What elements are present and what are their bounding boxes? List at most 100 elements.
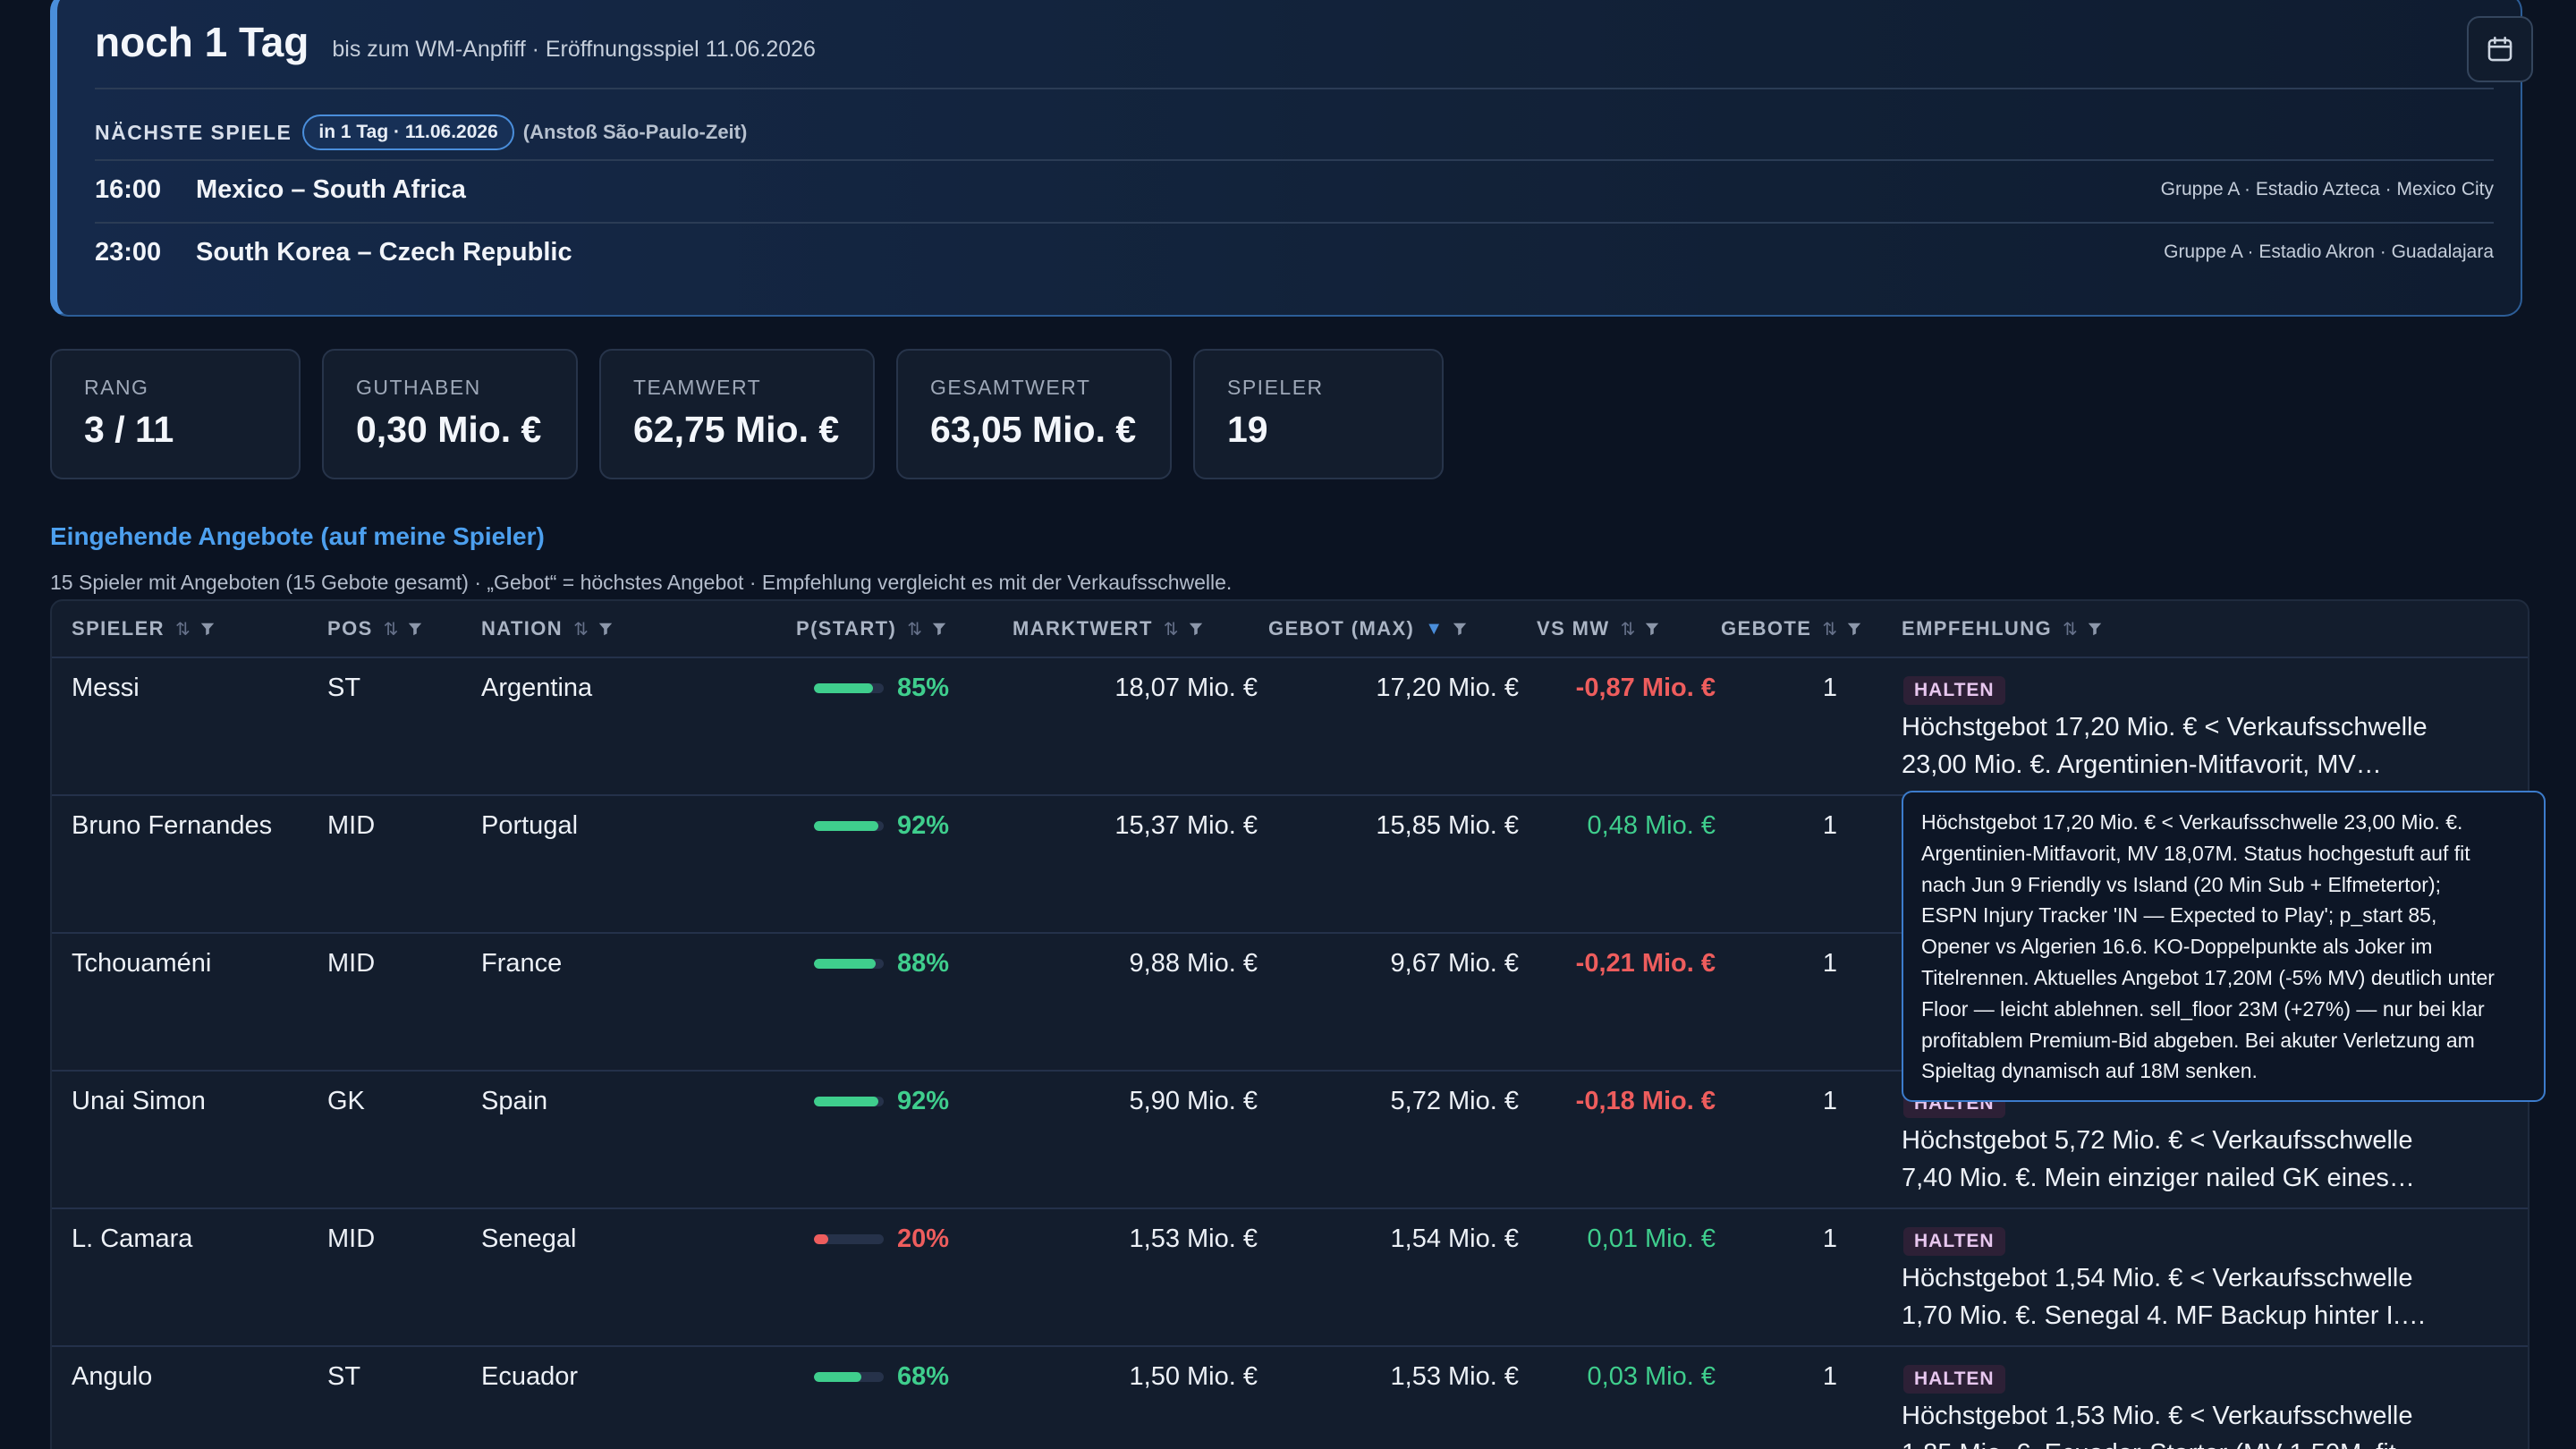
column-header-pos[interactable]: POS ⇅ bbox=[327, 614, 423, 644]
next-matches-timezone: (Anstoß São-Paulo-Zeit) bbox=[522, 121, 748, 143]
recommendation-line: 7,40 Mio. €. Mein einziger nailed GK ein… bbox=[1902, 1164, 2415, 1192]
market-value: 1,50 Mio. € bbox=[1129, 1361, 1258, 1391]
pstart-value: 92% bbox=[897, 1086, 950, 1115]
pstart-bar-fill bbox=[814, 682, 874, 693]
pstart-bar-fill bbox=[814, 958, 876, 969]
column-header-empfehlung[interactable]: EMPFEHLUNG ⇅ bbox=[1902, 614, 2103, 644]
recommendation-line: Höchstgebot 17,20 Mio. € < Verkaufsschwe… bbox=[1902, 713, 2428, 741]
max-bid: 9,67 Mio. € bbox=[1390, 948, 1519, 978]
kpi-label: TEAMWERT bbox=[633, 376, 762, 399]
sort-descending-icon[interactable]: ▼ bbox=[1425, 619, 1443, 640]
pstart-value: 92% bbox=[897, 810, 950, 840]
pstart-value: 85% bbox=[897, 673, 950, 702]
calendar-button[interactable] bbox=[2467, 16, 2533, 82]
column-header-vsmw[interactable]: VS MW ⇅ bbox=[1537, 614, 1660, 644]
filter-icon[interactable] bbox=[199, 621, 216, 637]
max-bid: 17,20 Mio. € bbox=[1376, 673, 1519, 702]
kpi-value: 0,30 Mio. € bbox=[356, 409, 542, 450]
filter-icon[interactable] bbox=[1188, 621, 1204, 637]
recommendation-text[interactable]: Höchstgebot 1,54 Mio. € < Verkaufsschwel… bbox=[1902, 1259, 2474, 1335]
player-nation: Spain bbox=[481, 1086, 548, 1115]
player-nation: Senegal bbox=[481, 1224, 577, 1253]
kpi-guthaben: GUTHABEN 0,30 Mio. € bbox=[322, 349, 578, 479]
match-row: 23:00 South Korea – Czech Republic Grupp… bbox=[95, 234, 2494, 270]
vs-market-value: -0,18 Mio. € bbox=[1575, 1086, 1716, 1115]
bid-count: 1 bbox=[1822, 948, 1837, 978]
pstart-bar-fill bbox=[814, 1233, 828, 1244]
countdown-divider bbox=[95, 88, 2494, 89]
column-header-gebot[interactable]: GEBOT (MAX) ▼ bbox=[1268, 614, 1468, 644]
pstart-cell: 85% bbox=[814, 658, 949, 717]
sort-icon[interactable]: ⇅ bbox=[1822, 618, 1837, 640]
pstart-value: 20% bbox=[897, 1224, 950, 1253]
player-position: ST bbox=[327, 673, 361, 702]
column-label: GEBOTE bbox=[1721, 617, 1812, 640]
countdown-card: noch 1 Tag bis zum WM-Anpfiff · Eröffnun… bbox=[50, 0, 2533, 317]
sort-icon[interactable]: ⇅ bbox=[907, 618, 922, 640]
sort-icon[interactable]: ⇅ bbox=[573, 618, 589, 640]
recommendation-line: Höchstgebot 1,54 Mio. € < Verkaufsschwel… bbox=[1902, 1264, 2413, 1292]
kpi-value: 63,05 Mio. € bbox=[930, 409, 1137, 450]
filter-icon[interactable] bbox=[1452, 621, 1468, 637]
table-row[interactable]: Angulo ST Ecuador 68% 1,50 Mio. € 1,53 M… bbox=[52, 1345, 2528, 1449]
column-label: SPIELER bbox=[72, 617, 165, 640]
column-label: GEBOT (MAX) bbox=[1268, 617, 1415, 640]
sort-icon[interactable]: ⇅ bbox=[384, 618, 399, 640]
sort-icon[interactable]: ⇅ bbox=[1621, 618, 1636, 640]
player-position: MID bbox=[327, 1224, 376, 1253]
recommendation-text[interactable]: Höchstgebot 17,20 Mio. € < Verkaufsschwe… bbox=[1902, 708, 2474, 784]
sort-icon[interactable]: ⇅ bbox=[175, 618, 191, 640]
bid-count: 1 bbox=[1822, 1361, 1837, 1391]
filter-icon[interactable] bbox=[2087, 621, 2103, 637]
recommendation-line: 1,70 Mio. €. Senegal 4. MF Backup hinter… bbox=[1902, 1301, 2427, 1330]
column-header-marktwert[interactable]: MARKTWERT ⇅ bbox=[1013, 614, 1204, 644]
column-header-gebote[interactable]: GEBOTE ⇅ bbox=[1721, 614, 1862, 644]
bid-count: 1 bbox=[1822, 1224, 1837, 1253]
vs-market-value: 0,01 Mio. € bbox=[1587, 1224, 1716, 1253]
column-label: EMPFEHLUNG bbox=[1902, 617, 2052, 640]
column-header-pstart[interactable]: P(START) ⇅ bbox=[796, 614, 947, 644]
vs-market-value: -0,21 Mio. € bbox=[1575, 948, 1716, 978]
tooltip-line: Argentinien-Mitfavorit, MV 18,07M. Statu… bbox=[1921, 841, 2470, 865]
tooltip-line: Höchstgebot 17,20 Mio. € < Verkaufsschwe… bbox=[1921, 810, 2463, 834]
filter-icon[interactable] bbox=[1846, 621, 1862, 637]
column-header-spieler[interactable]: SPIELER ⇅ bbox=[72, 614, 216, 644]
kpi-value: 19 bbox=[1227, 409, 1268, 450]
recommendation-line: 1,85 Mio. €. Ecuador-Starter (MV 1,50M, … bbox=[1902, 1435, 2474, 1449]
column-header-nation[interactable]: NATION ⇅ bbox=[481, 614, 614, 644]
max-bid: 1,53 Mio. € bbox=[1390, 1361, 1519, 1391]
sort-icon[interactable]: ⇅ bbox=[2063, 618, 2078, 640]
filter-icon[interactable] bbox=[1644, 621, 1660, 637]
pstart-cell: 20% bbox=[814, 1209, 949, 1268]
recommendation-text[interactable]: Höchstgebot 5,72 Mio. € < Verkaufsschwel… bbox=[1902, 1122, 2474, 1197]
kpi-value: 3 / 11 bbox=[84, 409, 174, 450]
pstart-cell: 92% bbox=[814, 1072, 949, 1131]
player-position: MID bbox=[327, 948, 376, 978]
filter-icon[interactable] bbox=[931, 621, 947, 637]
match-venue: Gruppe A · Estadio Azteca · Mexico City bbox=[2160, 179, 2494, 199]
player-position: ST bbox=[327, 1361, 361, 1391]
pstart-bar bbox=[814, 820, 884, 831]
filter-icon[interactable] bbox=[597, 621, 614, 637]
player-nation: Portugal bbox=[481, 810, 579, 840]
recommendation-line: Höchstgebot 5,72 Mio. € < Verkaufsschwel… bbox=[1902, 1126, 2413, 1155]
recommendation-tooltip: Höchstgebot 17,20 Mio. € < Verkaufsschwe… bbox=[1902, 791, 2546, 1102]
filter-icon[interactable] bbox=[407, 621, 423, 637]
recommendation-badge: HALTEN bbox=[1903, 676, 2005, 705]
player-name: Bruno Fernandes bbox=[72, 810, 273, 840]
sort-icon[interactable]: ⇅ bbox=[1164, 618, 1179, 640]
countdown-divider bbox=[95, 159, 2494, 161]
table-row[interactable]: Messi ST Argentina 85% 18,07 Mio. € 17,2… bbox=[52, 657, 2528, 794]
countdown-divider bbox=[95, 222, 2494, 224]
match-teams: South Korea – Czech Republic bbox=[196, 237, 572, 267]
match-row: 16:00 Mexico – South Africa Gruppe A · E… bbox=[95, 172, 2494, 208]
pstart-cell: 92% bbox=[814, 796, 949, 855]
recommendation-text[interactable]: Höchstgebot 1,53 Mio. € < Verkaufsschwel… bbox=[1902, 1397, 2474, 1449]
table-row[interactable]: L. Camara MID Senegal 20% 1,53 Mio. € 1,… bbox=[52, 1208, 2528, 1345]
match-venue: Gruppe A · Estadio Akron · Guadalajara bbox=[2164, 242, 2494, 262]
pstart-bar-fill bbox=[814, 1096, 878, 1106]
recommendation-badge: HALTEN bbox=[1903, 1227, 2005, 1256]
pstart-bar bbox=[814, 682, 884, 693]
kpi-label: SPIELER bbox=[1227, 376, 1324, 399]
market-value: 18,07 Mio. € bbox=[1114, 673, 1258, 702]
